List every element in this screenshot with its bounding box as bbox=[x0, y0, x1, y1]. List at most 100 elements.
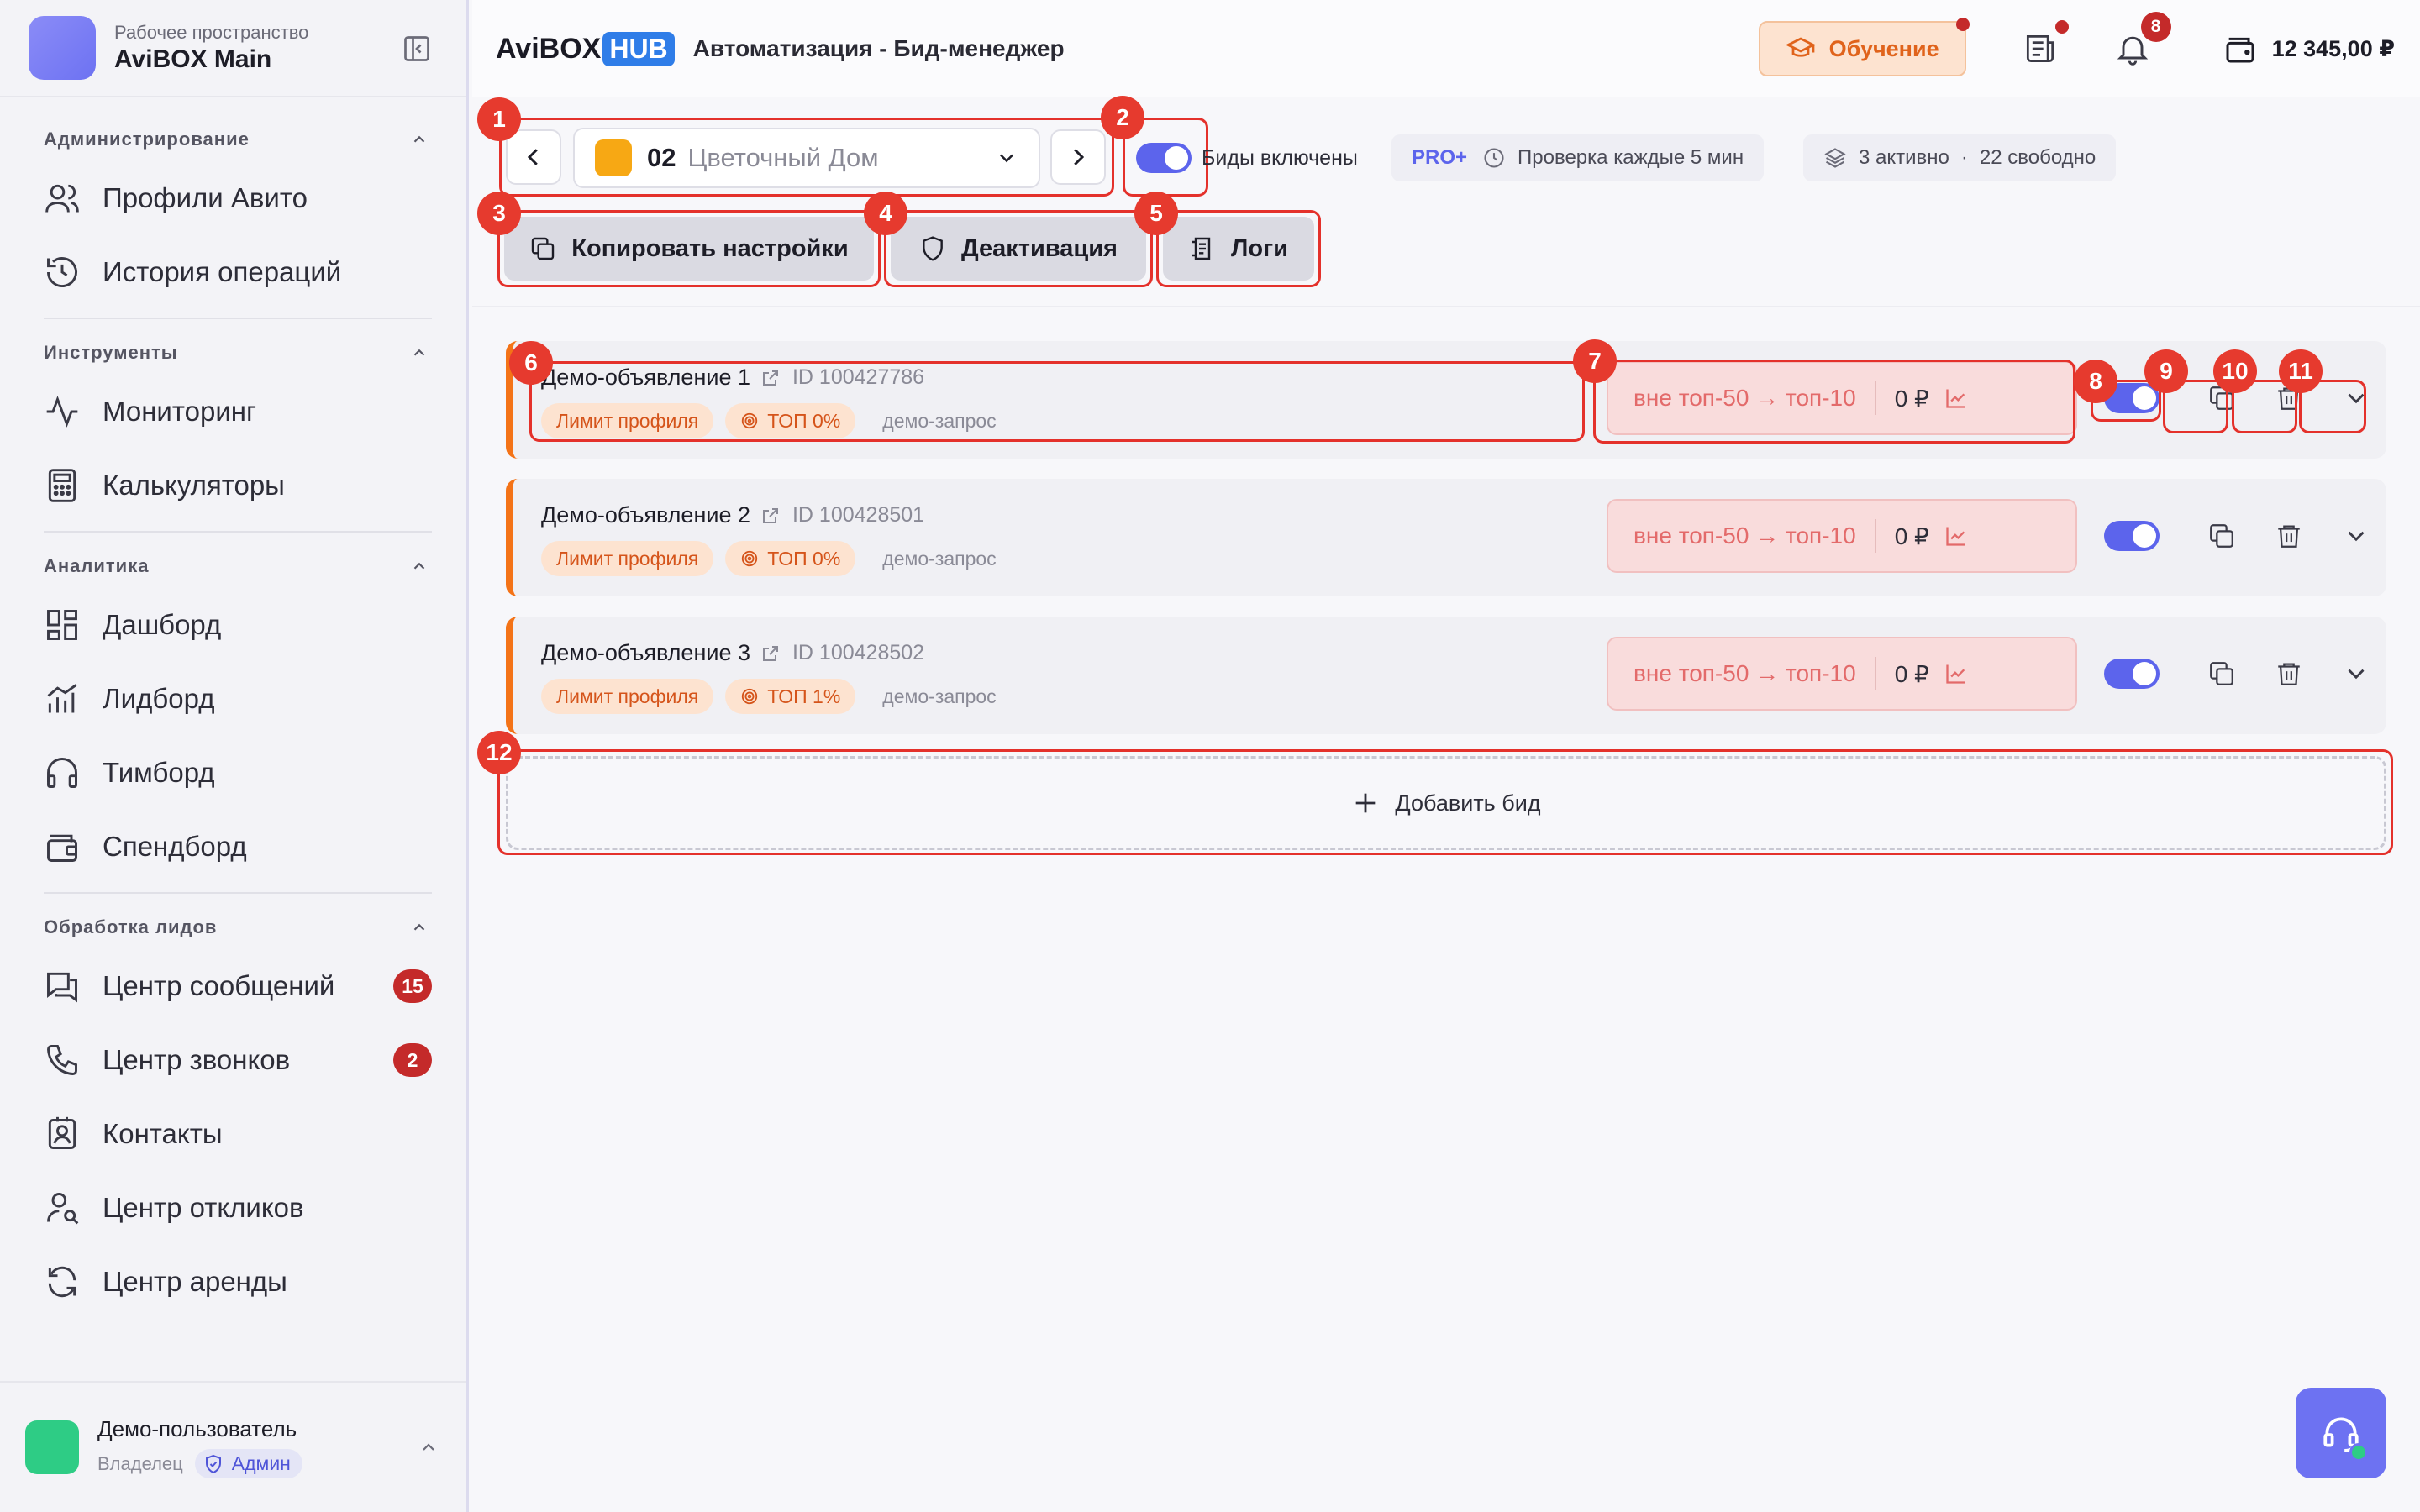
shield-check-icon bbox=[205, 1454, 221, 1473]
copy-settings-button[interactable]: Копировать настройки bbox=[504, 217, 874, 281]
section-tools[interactable]: Инструменты bbox=[44, 331, 432, 375]
support-chat-button[interactable] bbox=[2296, 1388, 2386, 1478]
sidebar-nav: Администрирование Профили Авито История … bbox=[0, 97, 466, 1319]
profile-select[interactable]: 02 Цветочный Дом bbox=[573, 128, 1040, 188]
position-separator bbox=[1874, 657, 1876, 690]
bid-enabled-toggle[interactable] bbox=[2104, 521, 2160, 551]
logs-button[interactable]: Логи bbox=[1163, 217, 1314, 281]
divider bbox=[44, 318, 432, 319]
query-tag: демо-запрос bbox=[882, 685, 997, 707]
trash-icon bbox=[2278, 525, 2300, 548]
sidebar-item-label: Тимборд bbox=[103, 757, 215, 788]
section-title: Обработка лидов bbox=[44, 916, 218, 937]
slots-chip: 3 активно · 22 свободно bbox=[1803, 134, 2117, 181]
section-title: Аналитика bbox=[44, 555, 150, 576]
trend-chart-icon bbox=[1946, 527, 1965, 546]
sidebar-item-leadboard[interactable]: Лидборд bbox=[44, 662, 432, 736]
history-icon bbox=[47, 257, 77, 287]
refresh-icon bbox=[48, 1266, 76, 1298]
bid-title[interactable]: Демо-объявление 3 bbox=[541, 640, 750, 666]
notifications-button[interactable]: 8 bbox=[2114, 12, 2171, 67]
bid-enabled-toggle[interactable] bbox=[2104, 659, 2160, 689]
workspace-switcher[interactable]: Рабочее пространство AviBOX Main bbox=[0, 0, 466, 97]
chevron-right-icon bbox=[1074, 149, 1085, 165]
sidebar-item-messages[interactable]: Центр сообщений 15 bbox=[44, 949, 432, 1023]
sidebar-item-label: Центр откликов bbox=[103, 1192, 304, 1223]
chart-icon bbox=[47, 684, 77, 713]
deactivation-button[interactable]: Деактивация bbox=[891, 217, 1146, 281]
divider bbox=[44, 892, 432, 894]
sidebar-item-dashboard[interactable]: Дашборд bbox=[44, 588, 432, 662]
brand-logo[interactable]: AviBOX HUB bbox=[496, 31, 675, 66]
logs-icon bbox=[1192, 237, 1211, 260]
sidebar-item-responses[interactable]: Центр откликов bbox=[44, 1171, 432, 1245]
sidebar-item-label: Центр звонков bbox=[103, 1044, 291, 1075]
position-box[interactable]: вне топ-50 → топ-10 0 ₽ bbox=[1607, 499, 2077, 573]
bid-title[interactable]: Демо-объявление 2 bbox=[541, 502, 750, 528]
wallet-icon bbox=[47, 834, 77, 862]
learning-button[interactable]: Обучение bbox=[1758, 18, 1970, 76]
annotation-badge-9: 9 bbox=[2144, 349, 2188, 393]
sidebar-item-label: Центр сообщений bbox=[103, 970, 335, 1001]
delete-bid-button[interactable] bbox=[2270, 517, 2307, 554]
sidebar-item-contacts[interactable]: Контакты bbox=[44, 1097, 432, 1171]
external-link-icon[interactable] bbox=[760, 506, 781, 526]
next-profile-button[interactable] bbox=[1050, 129, 1106, 185]
annotation-badge-3: 3 bbox=[477, 192, 521, 235]
bids-enabled-toggle[interactable] bbox=[1136, 143, 1192, 173]
position-text: вне топ-50 → топ-10 bbox=[1634, 522, 1856, 549]
prev-profile-button[interactable] bbox=[506, 129, 561, 185]
copy-bid-button[interactable] bbox=[2203, 517, 2240, 554]
sidebar-item-label: Спендборд bbox=[103, 831, 247, 862]
copy-icon bbox=[2210, 662, 2233, 685]
section-analytics[interactable]: Аналитика bbox=[44, 544, 432, 588]
bid-row: Демо-объявление 3 ID 100428502 Лимит про… bbox=[506, 617, 2386, 734]
limit-tag: Лимит профиля bbox=[541, 679, 714, 714]
copy-icon bbox=[532, 237, 555, 260]
annotation-badge-8: 8 bbox=[2074, 360, 2118, 403]
bid-price: 0 ₽ bbox=[1894, 660, 1929, 687]
sidebar-item-teamboard[interactable]: Тимборд bbox=[44, 736, 432, 810]
chevron-up-icon bbox=[413, 923, 425, 931]
copy-bid-button[interactable] bbox=[2203, 655, 2240, 692]
balance-amount: 12 345,00 ₽ bbox=[2271, 35, 2395, 61]
expand-bid-button[interactable] bbox=[2338, 517, 2375, 554]
section-leads[interactable]: Обработка лидов bbox=[44, 906, 432, 949]
toolbar-divider bbox=[472, 306, 2420, 307]
balance-display[interactable]: 12 345,00 ₽ bbox=[2223, 32, 2395, 66]
learning-label: Обучение bbox=[1828, 35, 1939, 61]
workspace-name: AviBOX Main bbox=[114, 45, 272, 73]
sidebar-item-rent[interactable]: Центр аренды bbox=[44, 1245, 432, 1319]
role-badge: Админ bbox=[194, 1449, 302, 1478]
section-title: Администрирование bbox=[44, 129, 250, 150]
slots-active: 3 активно bbox=[1859, 146, 1949, 169]
user-menu[interactable]: Демо-пользователь Владелец Админ bbox=[0, 1381, 466, 1512]
sidebar-item-calculators[interactable]: Калькуляторы bbox=[44, 449, 432, 522]
section-administration[interactable]: Администрирование bbox=[44, 118, 432, 161]
sidebar-item-history[interactable]: История операций bbox=[44, 235, 432, 309]
shield-icon bbox=[923, 236, 943, 261]
bid-id: ID 100428502 bbox=[792, 641, 925, 664]
chevron-up-icon bbox=[413, 135, 425, 143]
notifications-count: 8 bbox=[2140, 12, 2171, 42]
news-button[interactable] bbox=[2022, 20, 2069, 67]
top-tag-label: ТОП 0% bbox=[767, 547, 841, 570]
sidebar-item-avito-profiles[interactable]: Профили Авито bbox=[44, 161, 432, 235]
user-search-icon bbox=[47, 1193, 79, 1225]
delete-bid-button[interactable] bbox=[2270, 655, 2307, 692]
bid-id: ID 100428501 bbox=[792, 503, 925, 527]
expand-bid-button[interactable] bbox=[2338, 655, 2375, 692]
collapse-sidebar-icon[interactable] bbox=[402, 34, 432, 64]
target-icon bbox=[742, 550, 758, 567]
user-name: Демо-пользователь bbox=[97, 1416, 297, 1441]
position-box[interactable]: вне топ-50 → топ-10 0 ₽ bbox=[1607, 637, 2077, 711]
position-text: вне топ-50 → топ-10 bbox=[1634, 660, 1856, 686]
sidebar-item-spendboard[interactable]: Спендборд bbox=[44, 810, 432, 884]
sidebar-item-calls[interactable]: Центр звонков 2 bbox=[44, 1023, 432, 1097]
sidebar-item-label: История операций bbox=[103, 256, 342, 287]
brand-hub: HUB bbox=[602, 31, 675, 66]
section-title: Инструменты bbox=[44, 342, 178, 363]
sidebar-item-monitoring[interactable]: Мониторинг bbox=[44, 375, 432, 449]
slots-separator: · bbox=[1960, 146, 1968, 169]
external-link-icon[interactable] bbox=[760, 643, 781, 664]
